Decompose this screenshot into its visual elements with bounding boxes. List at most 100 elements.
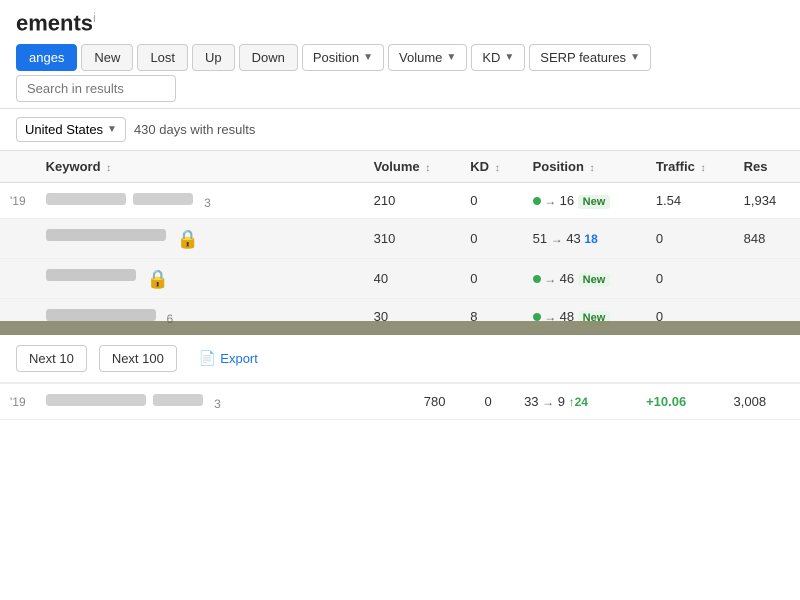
page-title: ementsi xyxy=(16,10,784,36)
serp-arrow-icon: ▼ xyxy=(630,52,640,63)
row-position: → 46 New xyxy=(523,259,646,299)
title-text: ements xyxy=(16,10,93,35)
position-dot-icon xyxy=(533,275,541,283)
position-dropdown[interactable]: Position ▼ xyxy=(302,44,384,71)
row-col3: 3 xyxy=(214,397,221,411)
row-res xyxy=(734,259,800,299)
next10-button[interactable]: Next 10 xyxy=(16,345,87,372)
next100-button[interactable]: Next 100 xyxy=(99,345,177,372)
row-date: '19 xyxy=(0,183,36,219)
row-volume: 40 xyxy=(364,259,461,299)
keyword-blur-2 xyxy=(133,193,193,205)
position-arrow-icon: → xyxy=(542,395,554,409)
filter-bar: United States ▼ 430 days with results xyxy=(0,109,800,151)
table-container: Keyword ↕ Volume ↕ KD ↕ Position ↕ Traff… xyxy=(0,151,800,335)
tab-changes[interactable]: anges xyxy=(16,44,77,71)
position-dot-icon xyxy=(533,313,541,321)
row-res: 1,934 xyxy=(734,183,800,219)
volume-sort-icon[interactable]: ↕ xyxy=(425,163,430,174)
row-res: 848 xyxy=(734,219,800,259)
table-row: 🔒 310 0 51 → 43 18 0 848 xyxy=(0,219,800,259)
keyword-sort-icon[interactable]: ↕ xyxy=(106,163,111,174)
lock-icon: 🔒 xyxy=(146,269,168,289)
row-traffic: +10.06 xyxy=(636,384,723,420)
keyword-blur-1 xyxy=(46,193,126,205)
keyword-blur xyxy=(46,394,146,406)
volume-arrow-icon: ▼ xyxy=(446,52,456,63)
row-traffic: 0 xyxy=(646,219,734,259)
position-arrow-icon: → xyxy=(551,232,563,246)
row-date xyxy=(0,259,36,299)
row-traffic: 0 xyxy=(646,259,734,299)
row-kd: 0 xyxy=(460,259,522,299)
th-position: Position ↕ xyxy=(523,151,646,183)
export-icon: 📄 xyxy=(199,350,216,367)
position-badge: 18 xyxy=(584,232,597,246)
location-dropdown[interactable]: United States ▼ xyxy=(16,117,126,142)
th-keyword: Keyword ↕ xyxy=(36,151,364,183)
position-arrow-icon: ▼ xyxy=(363,52,373,63)
volume-dropdown[interactable]: Volume ▼ xyxy=(388,44,467,71)
row-volume: 310 xyxy=(364,219,461,259)
row-traffic: 1.54 xyxy=(646,183,734,219)
page-header: ementsi anges New Lost Up Down Position … xyxy=(0,0,800,109)
th-date xyxy=(0,151,36,183)
toolbar: anges New Lost Up Down Position ▼ Volume… xyxy=(16,44,784,102)
row-keyword: 🔒 xyxy=(36,259,364,299)
kd-dropdown[interactable]: KD ▼ xyxy=(471,44,525,71)
position-badge: ↑24 xyxy=(569,395,588,409)
row-keyword: 3 xyxy=(36,183,364,219)
th-volume: Volume ↕ xyxy=(364,151,461,183)
row-position: → 16 New xyxy=(523,183,646,219)
title-suffix: i xyxy=(93,10,96,25)
results-table: Keyword ↕ Volume ↕ KD ↕ Position ↕ Traff… xyxy=(0,151,800,335)
table-row: '19 3 780 0 33 → 9 ↑24 +10.06 3,008 xyxy=(0,384,800,420)
tab-down[interactable]: Down xyxy=(239,44,298,71)
row-kd: 0 xyxy=(460,183,522,219)
days-text: 430 days with results xyxy=(134,122,255,137)
position-value: 46 xyxy=(560,271,578,286)
traffic-sort-icon[interactable]: ↕ xyxy=(700,163,705,174)
row-volume: 210 xyxy=(364,183,461,219)
keyword-blur xyxy=(46,269,136,281)
table-row: 🔒 40 0 → 46 New 0 xyxy=(0,259,800,299)
serp-dropdown[interactable]: SERP features ▼ xyxy=(529,44,651,71)
lock-icon: 🔒 xyxy=(176,229,198,249)
new-badge: New xyxy=(578,273,611,287)
position-sort-icon[interactable]: ↕ xyxy=(590,163,595,174)
overlay-banner: Google SEO，提升 TG:gegejia888 xyxy=(0,321,800,335)
row-keyword: 3 xyxy=(36,384,414,420)
new-badge: New xyxy=(578,195,611,209)
pagination-row: Next 10 Next 100 📄 Export xyxy=(0,335,800,383)
table-row: '19 3 210 0 → 16 New 1.54 1,934 xyxy=(0,183,800,219)
th-res: Res xyxy=(734,151,800,183)
row-position: 51 → 43 18 xyxy=(523,219,646,259)
position-dot-icon xyxy=(533,197,541,205)
keyword-blur-2 xyxy=(153,394,203,406)
row-volume: 780 xyxy=(414,384,475,420)
table-header-row: Keyword ↕ Volume ↕ KD ↕ Position ↕ Traff… xyxy=(0,151,800,183)
row-date: '19 xyxy=(0,384,36,420)
bottom-section: '19 3 780 0 33 → 9 ↑24 +10.06 3,008 xyxy=(0,383,800,420)
row-position: 33 → 9 ↑24 xyxy=(514,384,636,420)
row-date xyxy=(0,219,36,259)
position-value: 16 xyxy=(560,193,578,208)
row-col3: 3 xyxy=(204,196,211,210)
row-kd: 0 xyxy=(474,384,514,420)
tab-new[interactable]: New xyxy=(81,44,133,71)
row-kd: 0 xyxy=(460,219,522,259)
keyword-blur xyxy=(46,229,166,241)
th-traffic: Traffic ↕ xyxy=(646,151,734,183)
tab-lost[interactable]: Lost xyxy=(137,44,188,71)
row-keyword: 🔒 xyxy=(36,219,364,259)
tab-up[interactable]: Up xyxy=(192,44,235,71)
location-label: United States xyxy=(25,122,103,137)
bottom-table: '19 3 780 0 33 → 9 ↑24 +10.06 3,008 xyxy=(0,384,800,420)
kd-sort-icon[interactable]: ↕ xyxy=(495,163,500,174)
location-arrow-icon: ▼ xyxy=(107,124,117,135)
position-arrow-icon: → xyxy=(544,194,559,208)
export-button[interactable]: 📄 Export xyxy=(189,345,268,372)
th-kd: KD ↕ xyxy=(460,151,522,183)
search-input[interactable] xyxy=(16,75,176,102)
keyword-blur xyxy=(46,309,156,321)
